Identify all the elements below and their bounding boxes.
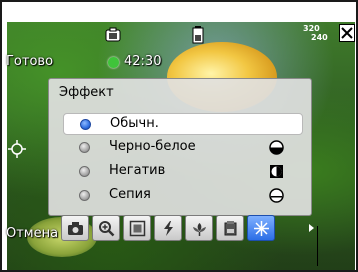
effect-option-label: Сепия (109, 187, 151, 202)
zoom-icon (99, 221, 115, 237)
brightness-icon (224, 221, 237, 236)
radio-selected (80, 119, 91, 130)
status-ready-label: Готово (6, 54, 54, 69)
black-white-circle-icon (269, 140, 284, 155)
battery-icon (192, 26, 204, 44)
toolbar-scroll-line (317, 226, 318, 266)
sepia-circle-icon (269, 188, 284, 203)
radio-unselected (79, 142, 90, 153)
camera-settings-button[interactable] (61, 215, 89, 241)
macro-button[interactable] (185, 215, 213, 241)
radio-unselected (79, 190, 90, 201)
effect-icon (254, 221, 269, 236)
frame-icon (129, 220, 146, 237)
toolbar-scroll-right-icon[interactable] (309, 224, 314, 232)
resolution-width: 320 (303, 24, 320, 33)
close-button[interactable] (339, 24, 355, 42)
effect-option-sepia[interactable]: Сепия (63, 185, 303, 207)
camera-toolbar (61, 215, 309, 242)
flash-button[interactable] (154, 215, 182, 241)
focus-icon[interactable] (8, 140, 26, 158)
resolution-icon[interactable]: 320 240 (303, 24, 333, 44)
effect-menu-title: Эффект (59, 85, 114, 100)
macro-icon (193, 223, 206, 236)
remaining-time: 42:30 (124, 54, 162, 69)
radio-unselected (79, 166, 90, 177)
resolution-height: 240 (311, 33, 328, 42)
record-indicator (108, 57, 119, 68)
camera-mode-icon (105, 27, 121, 42)
effect-option-label: Черно-белое (109, 139, 196, 154)
cancel-button[interactable]: Отмена (6, 226, 58, 241)
frame-button[interactable] (123, 215, 151, 241)
effect-option-label: Обычн. (110, 116, 159, 131)
effect-option-normal[interactable]: Обычн. (63, 113, 303, 135)
negative-square-icon (270, 165, 283, 178)
effect-option-label: Негатив (109, 163, 166, 178)
flash-icon (164, 221, 173, 236)
effect-option-black-white[interactable]: Черно-белое (63, 137, 303, 159)
close-icon (341, 27, 353, 39)
brightness-button[interactable] (216, 215, 244, 241)
zoom-button[interactable] (92, 215, 120, 241)
effect-menu: Эффект Обычн. Черно-белое Негатив Сепия (48, 78, 312, 216)
effect-option-negative[interactable]: Негатив (63, 161, 303, 183)
effect-button[interactable] (247, 215, 275, 241)
camera-icon (68, 222, 83, 235)
